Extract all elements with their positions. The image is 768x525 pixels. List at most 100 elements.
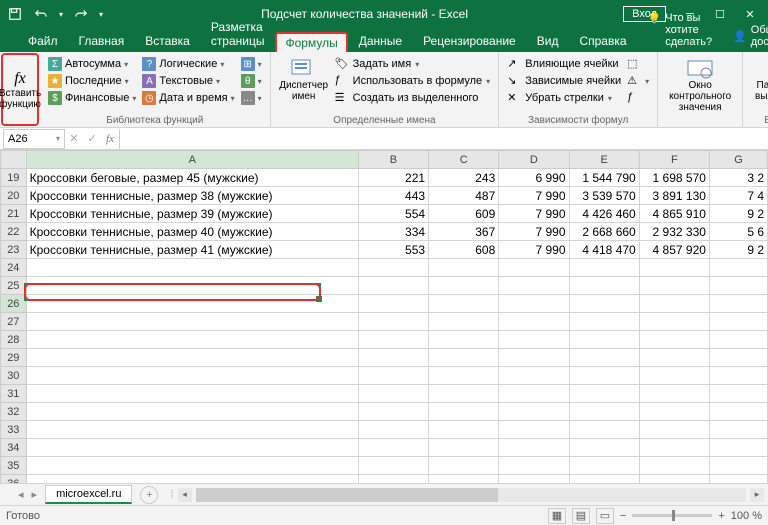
cell[interactable] — [709, 295, 767, 313]
cell[interactable] — [499, 403, 569, 421]
insert-function-button[interactable]: fx Вставить функцию — [1, 53, 39, 126]
cell[interactable] — [709, 457, 767, 475]
cell[interactable]: 7 4 — [709, 187, 767, 205]
cell[interactable] — [709, 403, 767, 421]
cell[interactable] — [639, 349, 709, 367]
zoom-level[interactable]: 100 % — [731, 510, 762, 522]
cell[interactable]: 9 2 — [709, 205, 767, 223]
cell[interactable]: 443 — [358, 187, 428, 205]
cell[interactable] — [569, 421, 639, 439]
zoom-out-icon[interactable]: − — [620, 510, 626, 522]
cell[interactable]: 221 — [358, 169, 428, 187]
cell[interactable] — [429, 421, 499, 439]
tab-formulas[interactable]: Формулы — [275, 32, 347, 52]
fx-icon[interactable]: fx — [101, 133, 119, 145]
cell[interactable] — [569, 457, 639, 475]
cell[interactable]: Кроссовки теннисные, размер 38 (мужские) — [26, 187, 358, 205]
horizontal-scrollbar[interactable]: ⁞ ◂ ▸ — [166, 488, 768, 502]
cell[interactable] — [26, 385, 358, 403]
tab-insert[interactable]: Вставка — [135, 30, 200, 52]
cell[interactable] — [26, 295, 358, 313]
cell[interactable] — [429, 277, 499, 295]
cell[interactable] — [358, 475, 428, 484]
col-header[interactable]: E — [569, 151, 639, 169]
cell[interactable] — [26, 439, 358, 457]
cell[interactable] — [709, 385, 767, 403]
zoom-slider[interactable] — [632, 514, 712, 517]
calc-options-button[interactable]: Параметры вычислений — [749, 54, 768, 114]
cell[interactable] — [499, 475, 569, 484]
cell[interactable]: 3 539 570 — [569, 187, 639, 205]
cell[interactable] — [499, 349, 569, 367]
row-header[interactable]: 35 — [1, 457, 27, 475]
cell[interactable]: 608 — [429, 241, 499, 259]
cell[interactable] — [639, 367, 709, 385]
share-button[interactable]: 👤Общий доступ — [723, 20, 768, 52]
cell[interactable]: 6 990 — [499, 169, 569, 187]
formula-bar[interactable] — [119, 129, 768, 149]
row-header[interactable]: 30 — [1, 367, 27, 385]
col-header[interactable]: D — [499, 151, 569, 169]
save-icon[interactable] — [4, 3, 26, 25]
cell[interactable]: 7 990 — [499, 205, 569, 223]
cell[interactable] — [26, 403, 358, 421]
cell[interactable]: 367 — [429, 223, 499, 241]
cell[interactable] — [639, 403, 709, 421]
cell[interactable] — [26, 331, 358, 349]
cell[interactable]: Кроссовки беговые, размер 45 (мужские) — [26, 169, 358, 187]
show-formulas-button[interactable]: ⬚ — [625, 56, 651, 72]
row-header[interactable]: 36 — [1, 475, 27, 484]
cancel-icon[interactable]: ✕ — [65, 132, 83, 145]
cell[interactable] — [429, 457, 499, 475]
cell[interactable] — [358, 331, 428, 349]
cell[interactable]: Кроссовки теннисные, размер 40 (мужские) — [26, 223, 358, 241]
cell[interactable] — [358, 385, 428, 403]
cell[interactable]: 487 — [429, 187, 499, 205]
row-header[interactable]: 34 — [1, 439, 27, 457]
cell[interactable]: 7 990 — [499, 223, 569, 241]
recent-button[interactable]: ★Последние▾ — [46, 73, 138, 89]
cell[interactable] — [499, 439, 569, 457]
text-button[interactable]: AТекстовые▾ — [140, 73, 236, 89]
cell[interactable]: 4 865 910 — [639, 205, 709, 223]
cell[interactable] — [639, 385, 709, 403]
cell[interactable] — [358, 403, 428, 421]
remove-arrows-button[interactable]: ✕Убрать стрелки▾ — [505, 90, 623, 106]
cell[interactable]: 5 6 — [709, 223, 767, 241]
cell[interactable] — [429, 331, 499, 349]
cell[interactable] — [569, 367, 639, 385]
tab-review[interactable]: Рецензирование — [413, 30, 526, 52]
row-header[interactable]: 28 — [1, 331, 27, 349]
qat-customize-icon[interactable]: ▾ — [96, 3, 106, 25]
cell[interactable]: 1 544 790 — [569, 169, 639, 187]
cell[interactable] — [569, 385, 639, 403]
cell[interactable] — [569, 439, 639, 457]
chevron-down-icon[interactable]: ▾ — [56, 134, 60, 143]
cell[interactable] — [639, 313, 709, 331]
col-header[interactable]: G — [709, 151, 767, 169]
cell[interactable] — [499, 331, 569, 349]
cell[interactable] — [429, 403, 499, 421]
cell[interactable] — [429, 259, 499, 277]
cell[interactable] — [429, 367, 499, 385]
cell[interactable]: 1 698 570 — [639, 169, 709, 187]
create-from-selection-button[interactable]: ☰Создать из выделенного — [333, 90, 493, 106]
cell[interactable] — [26, 313, 358, 331]
cell[interactable] — [709, 475, 767, 484]
cell[interactable]: Кроссовки теннисные, размер 41 (мужские) — [26, 241, 358, 259]
define-name-button[interactable]: 🏷Задать имя▾ — [333, 56, 493, 72]
cell[interactable] — [358, 457, 428, 475]
cell[interactable] — [709, 421, 767, 439]
col-header[interactable]: C — [429, 151, 499, 169]
cell[interactable] — [639, 421, 709, 439]
cell[interactable] — [26, 367, 358, 385]
cell[interactable] — [709, 367, 767, 385]
cell[interactable] — [499, 457, 569, 475]
zoom-in-icon[interactable]: + — [718, 510, 724, 522]
cell[interactable] — [358, 439, 428, 457]
add-sheet-button[interactable]: + — [140, 486, 158, 504]
row-header[interactable]: 27 — [1, 313, 27, 331]
cell[interactable]: 609 — [429, 205, 499, 223]
cell[interactable] — [429, 349, 499, 367]
cell[interactable] — [358, 421, 428, 439]
